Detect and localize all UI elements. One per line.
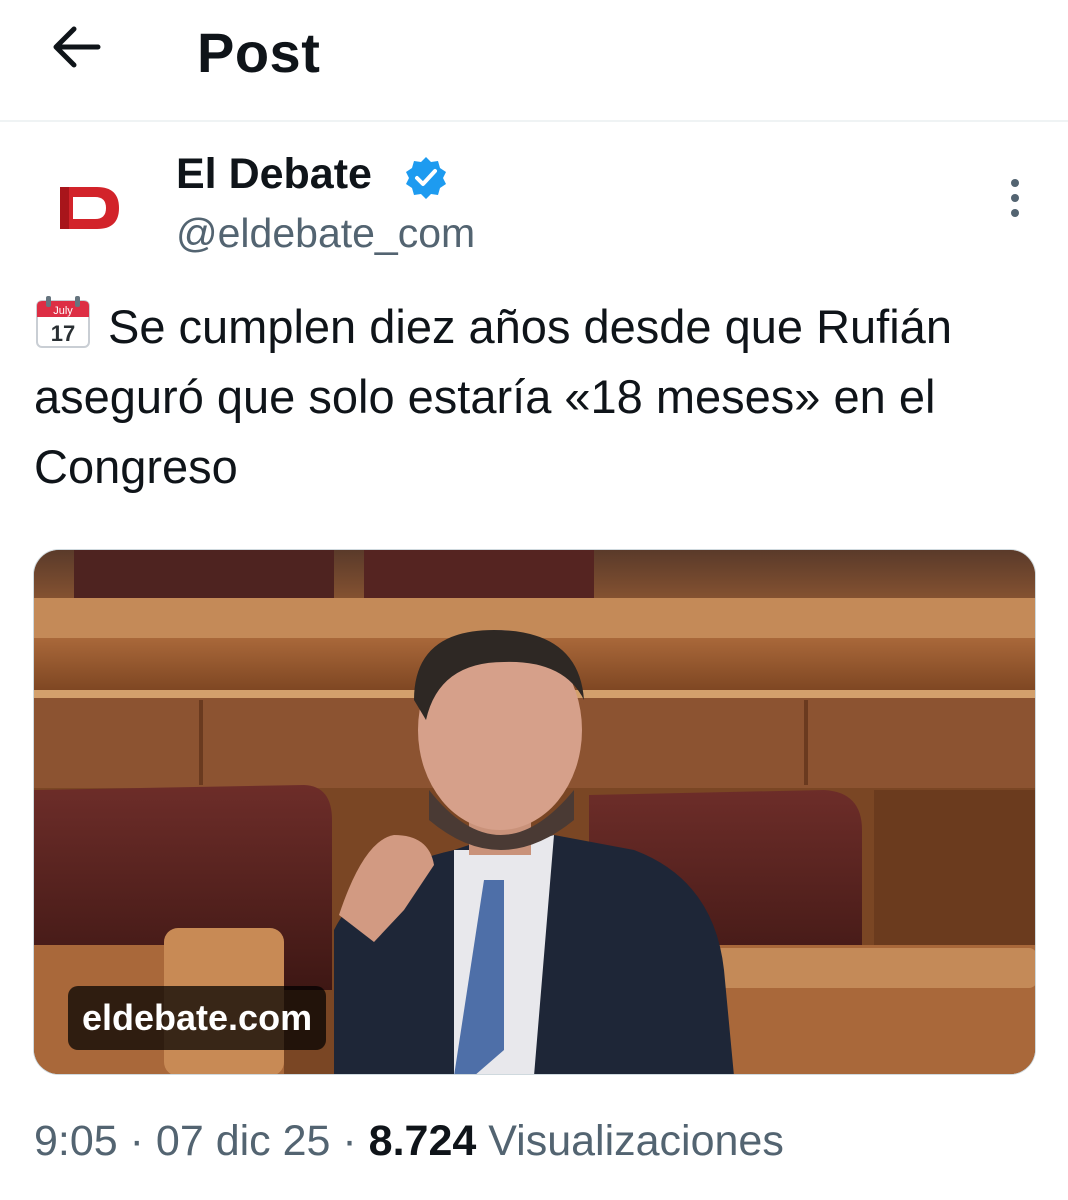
- more-dot-icon: [1011, 209, 1019, 217]
- post-body: Se cumplen diez años desde que Rufián as…: [34, 300, 952, 493]
- calendar-icon: July 17: [36, 296, 90, 348]
- more-options-button[interactable]: [990, 170, 1040, 226]
- back-arrow-icon: [53, 26, 101, 68]
- post-time: 9:05: [34, 1117, 118, 1165]
- calendar-month: July: [53, 305, 73, 317]
- page-title: Post: [197, 21, 321, 84]
- more-dot-icon: [1011, 179, 1019, 187]
- post-meta: 9:05 · 07 dic 25 · 8.724 Visualizaciones: [34, 1117, 784, 1166]
- author-name[interactable]: El Debate: [176, 150, 372, 199]
- meta-separator: ·: [117, 1117, 156, 1165]
- link-domain-badge[interactable]: eldebate.com: [68, 986, 327, 1050]
- views-count[interactable]: 8.724: [369, 1117, 477, 1165]
- meta-separator: ·: [330, 1117, 369, 1165]
- top-bar: Post: [0, 0, 1068, 122]
- calendar-day: 17: [51, 321, 75, 346]
- back-button[interactable]: [38, 14, 114, 80]
- verified-badge-icon: [406, 157, 446, 199]
- views-label: Visualizaciones: [488, 1117, 784, 1165]
- el-debate-logo: [60, 187, 119, 229]
- avatar[interactable]: [34, 152, 146, 264]
- post-date: 07 dic 25: [155, 1117, 331, 1165]
- post-image[interactable]: eldebate.com: [33, 549, 1036, 1075]
- author-handle[interactable]: @eldebate_com: [176, 210, 475, 257]
- more-dot-icon: [1011, 194, 1019, 202]
- post-text: July 17 Se cumplen diez años desde que R…: [34, 292, 1034, 502]
